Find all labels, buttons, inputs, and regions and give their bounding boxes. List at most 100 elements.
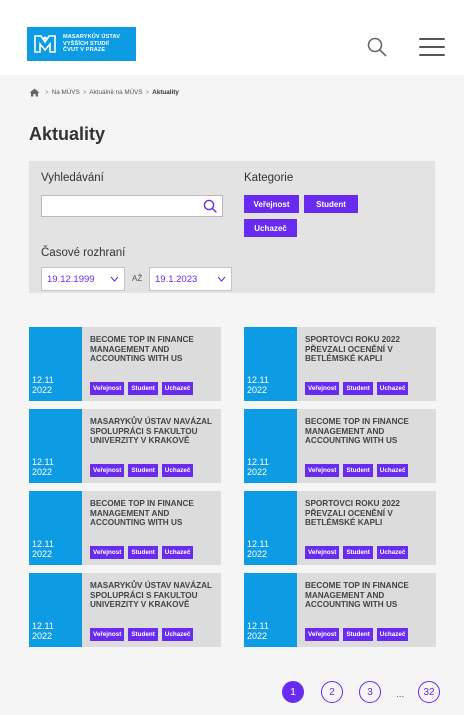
news-card[interactable]: 12.11 2022 BECOME TOP IN FINANCE MANAGEME… xyxy=(29,491,221,565)
news-tags: Veřejnost Student Uchazeč xyxy=(305,382,409,395)
news-title[interactable]: MASARYKŮV ÚSTAV NAVÁZAL SPOLUPRÁCI S FAK… xyxy=(90,417,216,446)
category-tag-verejnost[interactable]: Veřejnost xyxy=(244,195,299,213)
news-tags: Veřejnost Student Uchazeč xyxy=(90,628,194,641)
breadcrumb-item-current: Aktuality xyxy=(152,89,179,96)
page-button-3[interactable]: 3 xyxy=(359,681,381,703)
chevron-down-icon xyxy=(217,276,226,282)
site-header: MASARYKŮV ÚSTAV VYŠŠÍCH STUDIÍ ČVUT V PR… xyxy=(0,0,464,75)
date-to-select[interactable]: 19.1.2023 xyxy=(149,267,232,291)
news-date: 12.11 2022 xyxy=(244,491,297,565)
news-tag[interactable]: Veřejnost xyxy=(90,382,125,395)
news-card[interactable]: 12.11 2022 MASARYKŮV ÚSTAV NAVÁZAL SPOLUP… xyxy=(29,573,221,647)
news-date: 12.11 2022 xyxy=(29,573,82,647)
date-from-select[interactable]: 19.12.1999 xyxy=(41,267,125,291)
news-date-year: 2022 xyxy=(247,549,268,559)
filter-panel: Vyhledávání Kategorie Veřejnost Student … xyxy=(29,161,435,293)
news-tag[interactable]: Student xyxy=(343,546,373,559)
news-tag[interactable]: Veřejnost xyxy=(90,464,125,477)
main-content: > Na MÚVS > Aktuálně na MÚVS > Aktuality… xyxy=(0,75,464,715)
news-date-day: 12.11 xyxy=(247,539,269,549)
news-tags: Veřejnost Student Uchazeč xyxy=(90,382,194,395)
news-tags: Veřejnost Student Uchazeč xyxy=(305,546,409,559)
logo-text: MASARYKŮV ÚSTAV VYŠŠÍCH STUDIÍ ČVUT V PR… xyxy=(63,34,120,53)
news-tag[interactable]: Veřejnost xyxy=(305,546,340,559)
category-tag-uchazec[interactable]: Uchazeč xyxy=(244,219,297,237)
news-date-year: 2022 xyxy=(247,631,268,641)
category-tag-student[interactable]: Student xyxy=(304,195,358,213)
news-date-day: 12.11 xyxy=(32,621,54,631)
news-date-day: 12.11 xyxy=(247,621,269,631)
news-date-day: 12.11 xyxy=(247,457,269,467)
search-icon[interactable] xyxy=(203,199,217,213)
news-tag[interactable]: Veřejnost xyxy=(90,546,125,559)
logo-mark-icon xyxy=(34,35,56,53)
news-card[interactable]: 12.11 2022 BECOME TOP IN FINANCE MANAGEME… xyxy=(244,573,436,647)
news-date: 12.11 2022 xyxy=(244,573,297,647)
news-date: 12.11 2022 xyxy=(29,327,82,401)
news-tag[interactable]: Uchazeč xyxy=(161,464,194,477)
breadcrumb: > Na MÚVS > Aktuálně na MÚVS > Aktuality xyxy=(29,88,179,97)
news-tag[interactable]: Student xyxy=(128,546,158,559)
news-card[interactable]: 12.11 2022 BECOME TOP IN FINANCE MANAGEME… xyxy=(29,327,221,401)
breadcrumb-item-na-muvs[interactable]: Na MÚVS xyxy=(52,89,80,96)
news-title[interactable]: BECOME TOP IN FINANCE MANAGEMENT AND ACC… xyxy=(305,581,431,610)
news-card[interactable]: 12.11 2022 MASARYKŮV ÚSTAV NAVÁZAL SPOLUP… xyxy=(29,409,221,483)
news-tag[interactable]: Uchazeč xyxy=(376,628,409,641)
logo[interactable]: MASARYKŮV ÚSTAV VYŠŠÍCH STUDIÍ ČVUT V PR… xyxy=(27,27,136,61)
news-title[interactable]: MASARYKŮV ÚSTAV NAVÁZAL SPOLUPRÁCI S FAK… xyxy=(90,581,216,610)
news-tag[interactable]: Student xyxy=(343,382,373,395)
chevron-down-icon xyxy=(110,276,119,282)
news-tag[interactable]: Veřejnost xyxy=(90,628,125,641)
news-tag[interactable]: Student xyxy=(343,628,373,641)
news-date-day: 12.11 xyxy=(32,539,54,549)
news-card[interactable]: 12.11 2022 SPORTOVCI ROKU 2022 PŘEVZALI O… xyxy=(244,491,436,565)
time-range-label: Časové rozhraní xyxy=(41,247,126,259)
news-tag[interactable]: Uchazeč xyxy=(376,464,409,477)
news-card[interactable]: 12.11 2022 BECOME TOP IN FINANCE MANAGEME… xyxy=(244,409,436,483)
news-title[interactable]: BECOME TOP IN FINANCE MANAGEMENT AND ACC… xyxy=(305,417,431,446)
news-tag[interactable]: Student xyxy=(343,464,373,477)
news-tag[interactable]: Veřejnost xyxy=(305,464,340,477)
page-title: Aktuality xyxy=(29,124,106,144)
news-date: 12.11 2022 xyxy=(244,327,297,401)
search-input[interactable] xyxy=(41,195,223,217)
page-button-2[interactable]: 2 xyxy=(321,681,343,703)
news-date-year: 2022 xyxy=(32,631,53,641)
news-tag[interactable]: Uchazeč xyxy=(161,546,194,559)
news-tag[interactable]: Veřejnost xyxy=(305,382,340,395)
news-tag[interactable]: Student xyxy=(128,382,158,395)
news-title[interactable]: SPORTOVCI ROKU 2022 PŘEVZALI OCENĚNÍ V B… xyxy=(305,499,431,528)
news-tag[interactable]: Veřejnost xyxy=(305,628,340,641)
hamburger-menu-icon[interactable] xyxy=(419,38,445,56)
menu-bar xyxy=(419,53,445,56)
news-date: 12.11 2022 xyxy=(29,409,82,483)
breadcrumb-separator: > xyxy=(145,89,150,96)
news-date: 12.11 2022 xyxy=(244,409,297,483)
pagination-ellipsis: ... xyxy=(396,689,405,700)
news-date-day: 12.11 xyxy=(247,375,269,385)
news-date-year: 2022 xyxy=(247,385,268,395)
news-tag[interactable]: Uchazeč xyxy=(376,546,409,559)
menu-bar xyxy=(419,38,445,41)
page-button-1[interactable]: 1 xyxy=(282,681,304,703)
news-date-year: 2022 xyxy=(32,467,53,477)
search-label: Vyhledávání xyxy=(41,172,104,184)
menu-bar xyxy=(419,45,445,49)
search-icon[interactable] xyxy=(366,36,388,58)
news-title[interactable]: BECOME TOP IN FINANCE MANAGEMENT AND ACC… xyxy=(90,499,216,528)
news-title[interactable]: BECOME TOP IN FINANCE MANAGEMENT AND ACC… xyxy=(90,335,216,364)
news-tag[interactable]: Uchazeč xyxy=(161,382,194,395)
category-label: Kategorie xyxy=(244,172,294,184)
news-tags: Veřejnost Student Uchazeč xyxy=(90,464,194,477)
breadcrumb-item-aktualne[interactable]: Aktuálně na MÚVS xyxy=(89,89,142,96)
news-tags: Veřejnost Student Uchazeč xyxy=(90,546,194,559)
news-card[interactable]: 12.11 2022 SPORTOVCI ROKU 2022 PŘEVZALI O… xyxy=(244,327,436,401)
page-button-last[interactable]: 32 xyxy=(418,681,440,703)
news-tag[interactable]: Student xyxy=(128,628,158,641)
news-title[interactable]: SPORTOVCI ROKU 2022 PŘEVZALI OCENĚNÍ V B… xyxy=(305,335,431,364)
news-date-year: 2022 xyxy=(32,549,53,559)
home-icon[interactable] xyxy=(29,88,40,97)
news-tag[interactable]: Uchazeč xyxy=(161,628,194,641)
news-tag[interactable]: Uchazeč xyxy=(376,382,409,395)
news-tag[interactable]: Student xyxy=(128,464,158,477)
